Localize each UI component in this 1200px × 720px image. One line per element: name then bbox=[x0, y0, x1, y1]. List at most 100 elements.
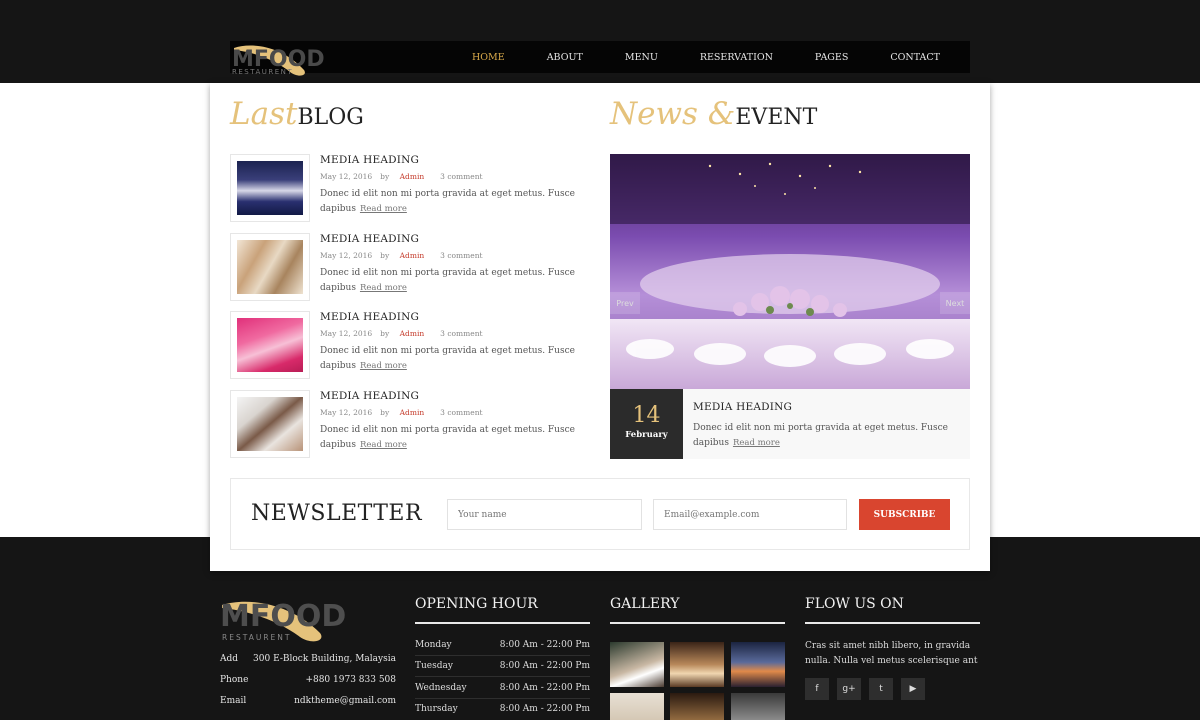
hours-time: 8:00 Am - 22:00 Pm bbox=[499, 683, 590, 693]
gallery-thumb-table-icon[interactable] bbox=[610, 693, 664, 720]
blog-thumbnail[interactable] bbox=[230, 154, 310, 222]
blog-heading[interactable]: MEDIA HEADING bbox=[320, 390, 580, 402]
newsletter-title: NEWSLETTER bbox=[251, 501, 423, 526]
gallery-rule bbox=[610, 622, 785, 624]
hours-row: Thursday 8:00 Am - 22:00 Pm bbox=[415, 704, 590, 714]
nav-item-menu[interactable]: MENU bbox=[625, 52, 658, 63]
blog-comments[interactable]: 3 comment bbox=[440, 251, 482, 260]
navbar: MFOOD RESTAURENT HOME ABOUT MENU RESERVA… bbox=[230, 41, 970, 76]
blog-list-item: MEDIA HEADING May 12, 2016 by Admin 3 comm… bbox=[230, 233, 590, 301]
event-date-box: 14 February bbox=[610, 389, 683, 459]
event-title-script: News & bbox=[610, 96, 736, 132]
blog-heading[interactable]: MEDIA HEADING bbox=[320, 154, 580, 166]
blog-date: May 12, 2016 bbox=[320, 251, 373, 260]
read-more-link[interactable]: Read more bbox=[360, 204, 407, 214]
blog-title-script: Last bbox=[230, 96, 298, 132]
blog-thumbnail[interactable] bbox=[230, 311, 310, 379]
blog-thumbnail[interactable] bbox=[230, 390, 310, 458]
hours-row: Monday 8:00 Am - 22:00 Pm bbox=[415, 640, 590, 650]
blog-description: Donec id elit non mi porta gravida at eg… bbox=[320, 189, 575, 214]
blog-heading[interactable]: MEDIA HEADING bbox=[320, 233, 580, 245]
contact-label: Phone bbox=[220, 675, 249, 685]
blog-author-link[interactable]: Admin bbox=[400, 251, 425, 260]
hours-row: Tuesday 8:00 Am - 22:00 Pm bbox=[415, 661, 590, 671]
event-read-more-link[interactable]: Read more bbox=[733, 438, 780, 448]
nav-item-pages[interactable]: PAGES bbox=[815, 52, 848, 63]
blog-heading[interactable]: MEDIA HEADING bbox=[320, 311, 580, 323]
blog-author-link[interactable]: Admin bbox=[400, 172, 425, 181]
event-info: 14 February MEDIA HEADING Donec id elit … bbox=[610, 389, 970, 459]
event-month: February bbox=[625, 430, 668, 440]
blog-by: by bbox=[380, 408, 390, 417]
logo-subtitle: RESTAURENT bbox=[232, 68, 294, 76]
blog-title-bold: BLOG bbox=[297, 105, 364, 130]
hours-time: 8:00 Am - 22:00 Pm bbox=[499, 661, 590, 671]
contact-row-email: Email ndktheme@gmail.com bbox=[220, 696, 396, 706]
facebook-icon[interactable]: f bbox=[805, 678, 829, 700]
hours-time: 8:00 Am - 22:00 Pm bbox=[499, 704, 590, 714]
blog-description: Donec id elit non mi porta gravida at eg… bbox=[320, 346, 575, 371]
pink-table-photo-icon bbox=[237, 318, 303, 372]
hours-time: 8:00 Am - 22:00 Pm bbox=[499, 640, 590, 650]
gallery-thumb-chef-icon[interactable] bbox=[610, 642, 664, 687]
event-section-title: News &EVENT bbox=[610, 96, 817, 136]
contact-value[interactable]: ndktheme@gmail.com bbox=[294, 696, 396, 706]
opening-hour-title: OPENING HOUR bbox=[415, 596, 538, 612]
hours-day: Monday bbox=[415, 640, 452, 650]
gallery-thumb-hall-icon[interactable] bbox=[731, 693, 785, 720]
gallery-title: GALLERY bbox=[610, 596, 680, 612]
blog-by: by bbox=[380, 329, 390, 338]
blog-thumbnail[interactable] bbox=[230, 233, 310, 301]
blog-description: Donec id elit non mi porta gravida at eg… bbox=[320, 425, 575, 450]
hours-day: Tuesday bbox=[415, 661, 453, 671]
google-plus-icon[interactable]: g+ bbox=[837, 678, 861, 700]
read-more-link[interactable]: Read more bbox=[360, 440, 407, 450]
gallery-thumb-lounge-icon[interactable] bbox=[731, 642, 785, 687]
follow-rule bbox=[805, 622, 980, 624]
blog-section-title: LastBLOG bbox=[230, 96, 364, 136]
wine-glasses-photo-icon bbox=[237, 240, 303, 294]
contact-row-phone: Phone +880 1973 833 508 bbox=[220, 675, 396, 685]
blog-comments[interactable]: 3 comment bbox=[440, 172, 482, 181]
event-banquet-photo bbox=[610, 154, 970, 389]
follow-title: FLOW US ON bbox=[805, 596, 904, 612]
read-more-link[interactable]: Read more bbox=[360, 361, 407, 371]
footer-logo[interactable]: MFOOD RESTAURENT bbox=[220, 597, 370, 643]
subscribe-button[interactable]: SUBSCRIBE bbox=[859, 499, 950, 530]
footer-logo-subtitle: RESTAURENT bbox=[222, 633, 292, 642]
event-heading[interactable]: MEDIA HEADING bbox=[693, 401, 963, 413]
hours-day: Thursday bbox=[415, 704, 458, 714]
follow-description: Cras sit amet nibh libero, in gravida nu… bbox=[805, 641, 978, 666]
blog-comments[interactable]: 3 comment bbox=[440, 329, 482, 338]
blog-description: Donec id elit non mi porta gravida at eg… bbox=[320, 268, 575, 293]
event-day: 14 bbox=[632, 403, 661, 428]
opening-hour-rule bbox=[415, 622, 590, 624]
nav-item-about[interactable]: ABOUT bbox=[547, 52, 583, 63]
logo[interactable]: MFOOD RESTAURENT bbox=[230, 41, 350, 76]
hours-divider bbox=[415, 655, 590, 656]
nav-item-contact[interactable]: CONTACT bbox=[890, 52, 940, 63]
gallery-thumb-lights-icon[interactable] bbox=[670, 693, 724, 720]
slider-prev-button[interactable]: Prev bbox=[610, 292, 640, 314]
blog-by: by bbox=[380, 172, 390, 181]
blog-author-link[interactable]: Admin bbox=[400, 408, 425, 417]
blog-by: by bbox=[380, 251, 390, 260]
slider-next-button[interactable]: Next bbox=[940, 292, 970, 314]
blog-list-item: MEDIA HEADING May 12, 2016 by Admin 3 comm… bbox=[230, 154, 590, 222]
nav-item-reservation[interactable]: RESERVATION bbox=[700, 52, 773, 63]
twitter-icon[interactable]: t bbox=[869, 678, 893, 700]
newsletter-name-input[interactable] bbox=[447, 499, 642, 530]
hours-row: Wednesday 8:00 Am - 22:00 Pm bbox=[415, 683, 590, 693]
contact-row-address: Add 300 E-Block Building, Malaysia bbox=[220, 654, 396, 664]
nav-item-home[interactable]: HOME bbox=[472, 52, 505, 63]
contact-label: Add bbox=[220, 654, 239, 664]
contact-value[interactable]: +880 1973 833 508 bbox=[305, 675, 396, 685]
read-more-link[interactable]: Read more bbox=[360, 283, 407, 293]
blog-author-link[interactable]: Admin bbox=[400, 329, 425, 338]
youtube-icon[interactable]: ▶ bbox=[901, 678, 925, 700]
contact-value: 300 E-Block Building, Malaysia bbox=[253, 654, 396, 664]
event-title-bold: EVENT bbox=[735, 105, 818, 130]
newsletter-email-input[interactable] bbox=[653, 499, 847, 530]
blog-comments[interactable]: 3 comment bbox=[440, 408, 482, 417]
gallery-thumb-dining-icon[interactable] bbox=[670, 642, 724, 687]
